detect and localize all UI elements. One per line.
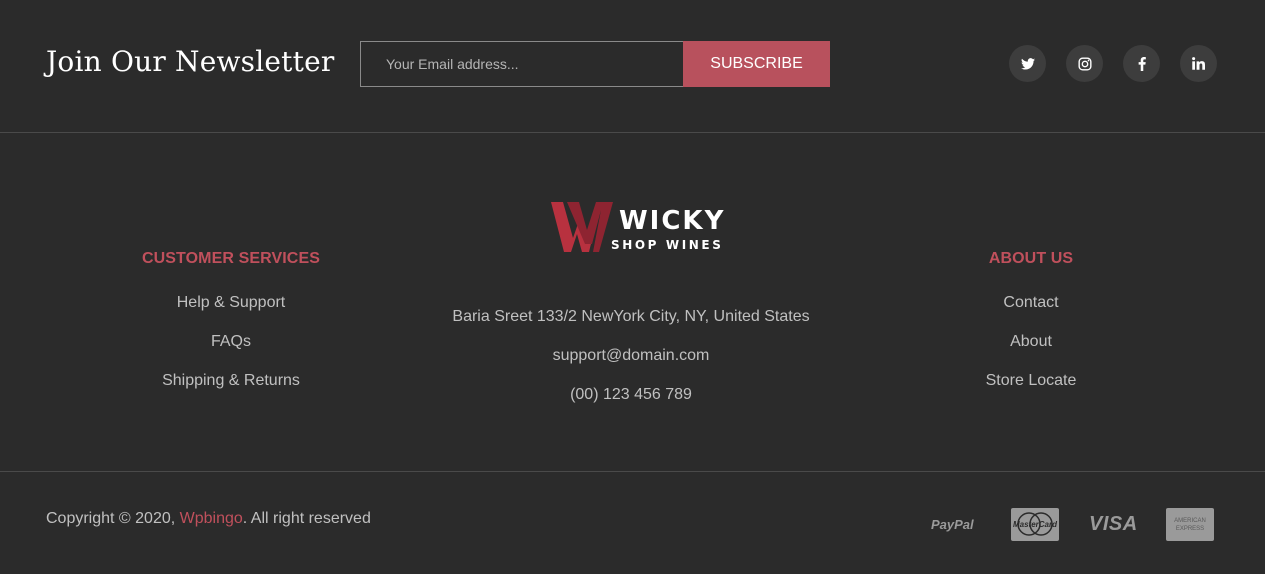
customer-services-title: CUSTOMER SERVICES [141,250,321,267]
list-item: Help & Support [131,293,331,332]
newsletter-form: SUBSCRIBE [360,41,830,87]
logo-tagline: SHOP WINES [611,238,724,252]
store-locate-link[interactable]: Store Locate [986,372,1077,389]
copyright-suffix: . All right reserved [242,510,371,527]
linkedin-icon [1192,57,1205,70]
amex-icon: AMERICAN EXPRESS [1166,508,1214,541]
list-item: Store Locate [931,371,1131,410]
social-links [1009,45,1217,82]
visa-icon: VISA [1089,513,1138,535]
paypal-icon: PayPal [931,517,974,532]
customer-services-links: Help & Support FAQs Shipping & Returns [131,293,331,410]
site-logo[interactable]: WICKY SHOP WINES [549,200,723,258]
wicky-logo-mark [551,202,613,252]
list-item: Contact [931,293,1131,332]
phone-text: (00) 123 456 789 [570,386,692,403]
address-text: Baria Sreet 133/2 NewYork City, NY, Unit… [452,308,810,325]
newsletter-section: Join Our Newsletter SUBSCRIBE [0,0,1265,133]
subscribe-button[interactable]: SUBSCRIBE [683,41,830,87]
site-footer: Join Our Newsletter SUBSCRIBE [0,0,1265,574]
twitter-link[interactable] [1009,45,1046,82]
logo-name: WICKY [619,206,726,236]
instagram-icon [1077,56,1092,71]
amex-line2: EXPRESS [1175,525,1205,532]
contact-link[interactable]: Contact [1003,294,1058,311]
newsletter-title: Join Our Newsletter [46,45,335,78]
facebook-icon [1138,56,1146,71]
email-text: support@domain.com [552,347,710,364]
contact-info: Baria Sreet 133/2 NewYork City, NY, Unit… [431,307,831,424]
wpbingo-link[interactable]: Wpbingo [180,510,243,527]
linkedin-link[interactable] [1180,45,1217,82]
list-item: FAQs [131,332,331,371]
twitter-icon [1020,57,1035,70]
help-support-link[interactable]: Help & Support [177,294,286,311]
list-item: About [931,332,1131,371]
amex-line1: AMERICAN [1174,517,1206,524]
payment-methods: PayPal MasterCard VISA AMERICAN EXPRESS [931,508,1214,541]
mastercard-icon: MasterCard [1011,508,1059,541]
mastercard-label: MasterCard [1012,520,1057,529]
facebook-link[interactable] [1123,45,1160,82]
shipping-returns-link[interactable]: Shipping & Returns [162,372,300,389]
footer-main: CUSTOMER SERVICES Help & Support FAQs Sh… [0,133,1265,472]
about-us-links: Contact About Store Locate [931,293,1131,410]
instagram-link[interactable] [1066,45,1103,82]
faqs-link[interactable]: FAQs [211,333,251,350]
list-item: Shipping & Returns [131,371,331,410]
copyright-text: Copyright © 2020, Wpbingo. All right res… [46,510,371,528]
email-input[interactable] [360,41,683,87]
about-link[interactable]: About [1010,333,1052,350]
about-us-title: ABOUT US [988,250,1074,267]
copyright-prefix: Copyright © 2020, [46,510,180,527]
